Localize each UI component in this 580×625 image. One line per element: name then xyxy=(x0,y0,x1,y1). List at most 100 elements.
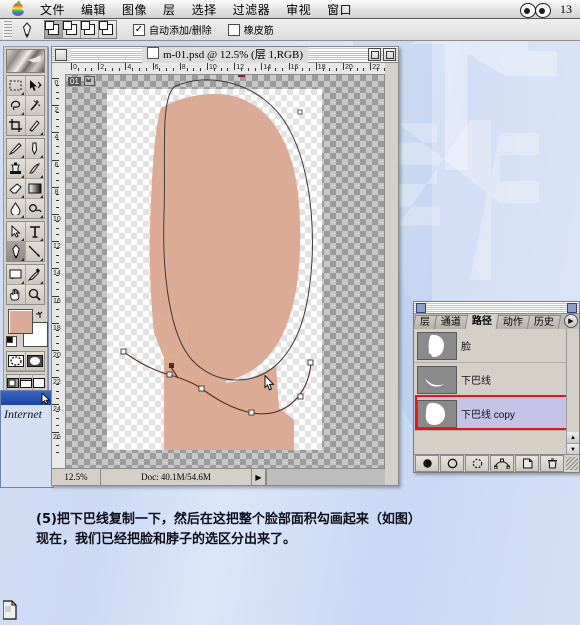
path-row-face[interactable]: 脸 xyxy=(414,329,579,363)
menu-item-window[interactable]: 窗口 xyxy=(319,0,360,19)
document-icon xyxy=(147,47,159,59)
auto-add-delete-checkbox[interactable]: ✓ 自动添加/删除 xyxy=(133,22,212,37)
artwork-face xyxy=(120,75,314,450)
pen-tool-icon[interactable] xyxy=(16,20,38,40)
document-file-icon[interactable] xyxy=(2,600,17,620)
palette-scroll-track[interactable] xyxy=(567,329,579,432)
marquee-tool[interactable] xyxy=(7,76,26,96)
standard-screen-mode-icon[interactable] xyxy=(7,375,20,391)
palette-scroll-up[interactable]: ▲ xyxy=(567,432,579,444)
tab-actions[interactable]: 动作 xyxy=(495,315,531,329)
eyedropper-tool[interactable] xyxy=(25,265,44,285)
menu-item-layer[interactable]: 层 xyxy=(155,0,184,19)
hand-tool[interactable] xyxy=(7,285,26,304)
type-tool[interactable] xyxy=(25,222,44,242)
mode-intersect-shape[interactable] xyxy=(81,21,99,38)
move-tool[interactable] xyxy=(25,76,44,96)
document-title-bar[interactable]: m-01.psd @ 12.5% (层 1,RGB) xyxy=(52,47,398,63)
path-row-jawline-copy[interactable]: 下巴线 copy xyxy=(414,397,579,431)
menu-item-filter[interactable]: 过滤器 xyxy=(225,0,279,19)
history-brush-tool[interactable] xyxy=(25,159,44,179)
mode-subtract-from-shape[interactable] xyxy=(63,21,81,38)
foreground-color-swatch[interactable] xyxy=(8,309,33,334)
zoom-box-icon[interactable] xyxy=(368,48,381,61)
paintbrush-tool[interactable] xyxy=(25,139,44,159)
ruler-minor-tick xyxy=(173,68,174,71)
canvas-area[interactable]: 01 xyxy=(66,75,385,468)
mode-add-to-shape[interactable] xyxy=(45,21,63,38)
ruler-tick xyxy=(52,132,59,134)
zoom-tool[interactable] xyxy=(25,285,44,304)
path-selection-tool[interactable] xyxy=(7,222,26,242)
palette-window-icon[interactable] xyxy=(416,302,426,313)
airbrush-tool[interactable] xyxy=(7,139,26,159)
tab-paths[interactable]: 路径 xyxy=(464,313,500,329)
blur-tool[interactable] xyxy=(7,199,26,218)
pen-tool[interactable] xyxy=(7,242,26,261)
zoom-level-field[interactable]: 12.5% xyxy=(52,469,101,485)
full-screen-mode-icon[interactable] xyxy=(33,375,45,391)
document-body: 0246810121416182022 02468101214161820222… xyxy=(52,63,398,485)
resize-grip-icon[interactable] xyxy=(566,457,578,470)
ruler-minor-tick xyxy=(91,68,93,71)
document-info-menu-arrow[interactable]: ▶ xyxy=(252,469,266,485)
path-row-label: 脸 xyxy=(461,342,471,353)
slice-tool[interactable] xyxy=(25,116,44,135)
path-row-label: 下巴线 copy xyxy=(461,410,515,421)
lasso-tool[interactable] xyxy=(7,96,26,116)
fill-path-icon[interactable] xyxy=(415,455,439,472)
anchor-point xyxy=(297,393,304,400)
rubber-band-checkbox[interactable]: 橡皮筋 xyxy=(227,22,274,37)
eraser-tool[interactable] xyxy=(7,179,26,199)
notes-tool[interactable] xyxy=(7,265,26,285)
full-screen-menubar-mode-icon[interactable] xyxy=(20,375,33,391)
new-path-icon[interactable] xyxy=(515,455,539,472)
path-row-jawline[interactable]: 下巴线 xyxy=(414,363,579,397)
swap-colors-icon[interactable] xyxy=(35,307,44,318)
quick-mask-mode-icon[interactable] xyxy=(25,352,44,371)
stamp-tool[interactable] xyxy=(7,159,26,179)
make-work-path-icon[interactable] xyxy=(490,455,514,472)
menu-item-file[interactable]: 文件 xyxy=(32,0,73,19)
ruler-minor-tick xyxy=(56,248,59,249)
line-tool[interactable] xyxy=(25,242,44,261)
options-bar-grip[interactable] xyxy=(3,20,12,39)
horizontal-scrollbar[interactable] xyxy=(266,469,385,485)
ruler-minor-tick xyxy=(193,68,195,71)
photoshop-banner-icon[interactable] xyxy=(6,49,45,73)
tab-channels[interactable]: 通道 xyxy=(433,315,469,329)
palette-menu-icon[interactable]: ▶ xyxy=(564,314,578,328)
ruler-minor-tick xyxy=(56,275,59,277)
default-colors-icon[interactable] xyxy=(6,336,17,347)
dodge-tool[interactable] xyxy=(25,199,44,218)
delete-path-icon[interactable] xyxy=(540,455,564,472)
ruler-minor-tick xyxy=(200,68,202,71)
vertical-scrollbar[interactable] xyxy=(384,74,398,468)
crop-tool[interactable] xyxy=(7,116,26,135)
tab-history[interactable]: 历史 xyxy=(526,315,562,329)
ruler-minor-tick xyxy=(118,68,120,71)
ruler-label: 2 xyxy=(54,107,59,115)
apple-logo-icon[interactable] xyxy=(10,0,27,17)
palette-scrollbar[interactable]: ▲ ▼ xyxy=(566,329,579,456)
ruler-minor-tick xyxy=(356,68,358,71)
close-box-icon[interactable] xyxy=(55,48,67,61)
ruler-minor-tick xyxy=(56,234,59,236)
ruler-minor-tick xyxy=(56,316,59,317)
menu-item-image[interactable]: 图像 xyxy=(114,0,155,19)
ruler-tick xyxy=(52,350,59,351)
color-swatches xyxy=(6,307,48,348)
stroke-path-icon[interactable] xyxy=(440,455,464,472)
menu-item-view[interactable]: 审视 xyxy=(278,0,319,19)
menu-item-select[interactable]: 选择 xyxy=(184,0,225,19)
mode-exclude-shape[interactable] xyxy=(99,21,116,38)
magic-wand-tool[interactable] xyxy=(25,96,44,116)
background-browser-window[interactable]: Internet xyxy=(0,390,54,488)
standard-mask-mode-icon[interactable] xyxy=(7,352,26,371)
palette-collapse-icon[interactable] xyxy=(567,302,577,313)
document-title-label: m-01.psd @ 12.5% (层 1,RGB) xyxy=(163,49,303,61)
collapse-box-icon[interactable] xyxy=(383,48,396,61)
menu-item-edit[interactable]: 编辑 xyxy=(73,0,114,19)
load-path-as-selection-icon[interactable] xyxy=(465,455,489,472)
gradient-tool[interactable] xyxy=(25,179,44,199)
